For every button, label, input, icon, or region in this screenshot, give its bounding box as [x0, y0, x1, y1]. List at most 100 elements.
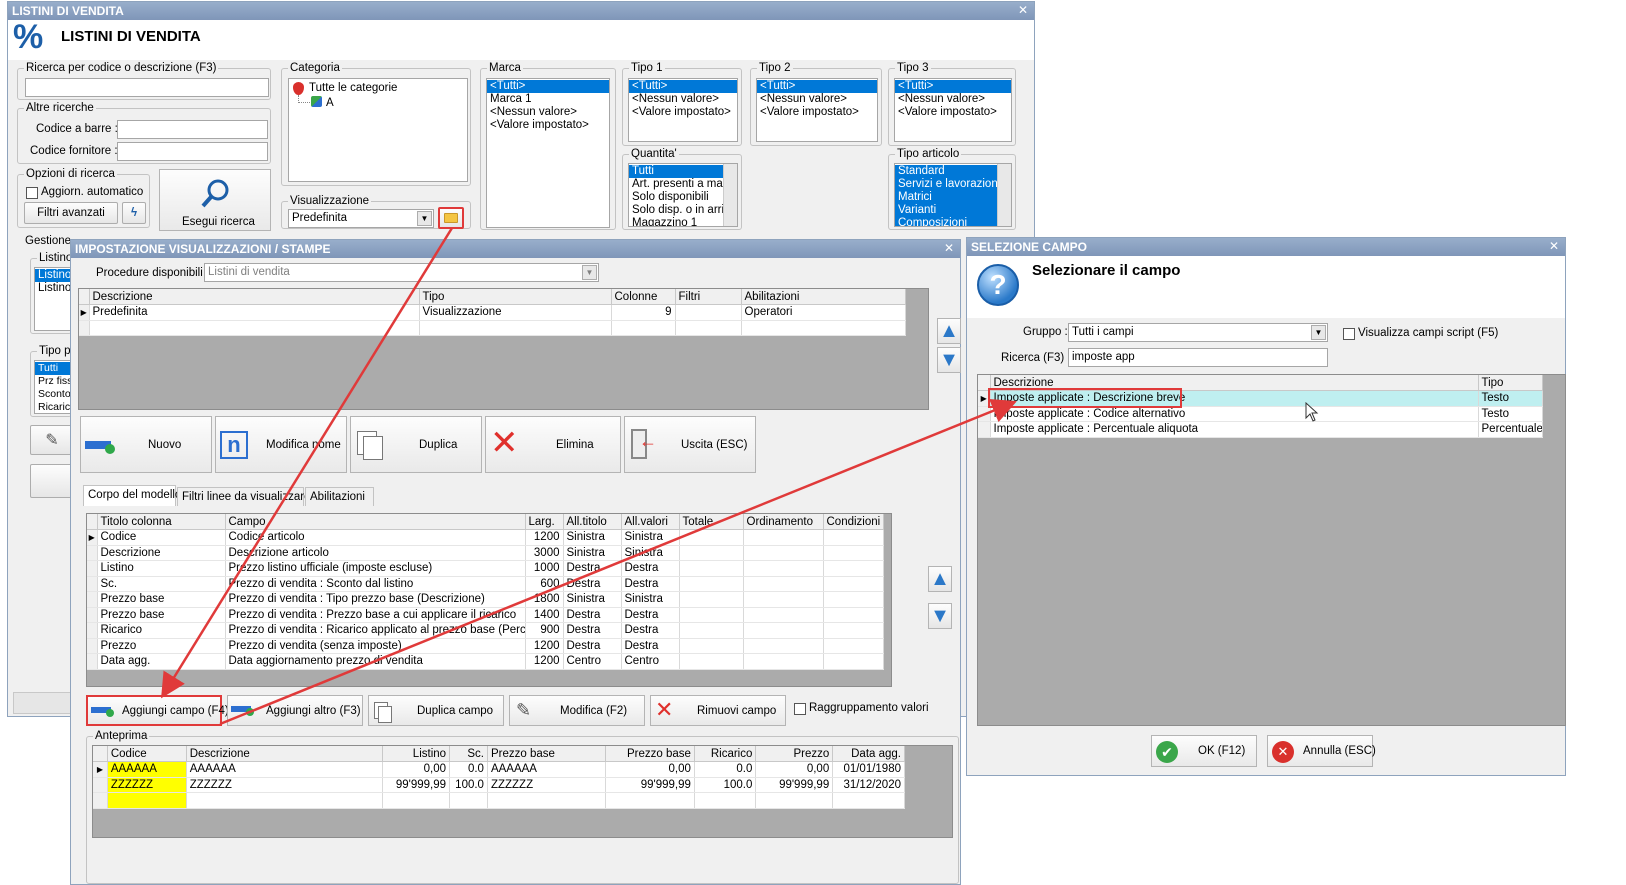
advanced-filters-button[interactable]: Filtri avanzati	[24, 202, 118, 224]
hidden-button[interactable]	[30, 464, 74, 498]
duplica-campo-button[interactable]: Duplica campo	[368, 695, 504, 726]
list-item[interactable]: Standard	[895, 165, 1011, 178]
scrollbar[interactable]	[997, 164, 1011, 226]
column-header[interactable]: Data agg.	[832, 746, 905, 762]
listino-listbox[interactable]: Listino Listino 2	[34, 267, 74, 331]
esegui-ricerca-button[interactable]: Esegui ricerca	[159, 169, 271, 231]
list-item[interactable]: Marca 1	[487, 93, 609, 106]
column-header[interactable]: Descrizione	[186, 746, 384, 762]
list-item[interactable]: Sconto	[35, 388, 73, 401]
lightning-button[interactable]: ϟ	[122, 202, 146, 224]
column-header[interactable]: Totale	[679, 514, 744, 530]
preview-grid[interactable]: Codice Descrizione Listino Sc. Prezzo ba…	[92, 745, 953, 838]
table-row[interactable]: Prezzo base Prezzo di vendita : Tipo prez…	[87, 591, 884, 608]
list-item[interactable]: Magazzino 1	[629, 217, 737, 226]
tab-corpo[interactable]: Corpo del modello	[83, 485, 181, 506]
column-header[interactable]: Tipo	[1478, 375, 1543, 391]
barcode-input[interactable]	[117, 120, 268, 139]
close-icon[interactable]: ✕	[1549, 239, 1559, 253]
field-up-button[interactable]: ▲	[928, 566, 952, 592]
tipo2-listbox[interactable]: <Tutti> <Nessun valore> <Valore impostat…	[756, 78, 878, 142]
move-up-button[interactable]: ▲	[937, 318, 961, 344]
table-row[interactable]: Ricarico Prezzo di vendita : Ricarico app…	[87, 622, 884, 639]
tab-filtri[interactable]: Filtri linee da visualizzare	[177, 487, 310, 506]
table-row[interactable]: Prezzo Prezzo di vendita (senza imposte) 1…	[87, 638, 884, 654]
list-item[interactable]: <Nessun valore>	[487, 106, 609, 119]
list-item[interactable]: Art. presenti a maga	[629, 178, 737, 191]
list-item[interactable]: <Nessun valore>	[895, 93, 1011, 106]
list-item[interactable]: <Valore impostato>	[895, 106, 1011, 119]
list-item[interactable]: Composizioni	[895, 217, 1011, 226]
list-item[interactable]: Tutti	[35, 362, 73, 375]
columns-grid[interactable]: Titolo colonna Campo Larg. All.titolo Al…	[86, 513, 892, 687]
procedure-select[interactable]: Listini di vendita ▼	[204, 263, 599, 282]
table-row[interactable]: Imposte applicate : Percentuale aliquota…	[978, 421, 1543, 438]
ricerca-input[interactable]: imposte app	[1068, 348, 1328, 367]
auto-update-checkbox[interactable]	[26, 187, 38, 199]
marca-listbox[interactable]: <Tutti> Marca 1 <Nessun valore> <Valore …	[486, 78, 610, 228]
close-icon[interactable]: ✕	[944, 241, 954, 255]
folder-open-button[interactable]	[438, 207, 464, 229]
field-down-button[interactable]: ▼	[928, 603, 952, 629]
modifica-button[interactable]: ✎ Modifica (F2)	[509, 695, 645, 726]
column-header[interactable]: Tipo	[419, 289, 612, 305]
list-item[interactable]: Varianti	[895, 204, 1011, 217]
table-row[interactable]: Listino Prezzo listino ufficiale (imposte…	[87, 560, 884, 577]
table-row[interactable]: ▶ Predefinita Visualizzazione 9 Operator…	[79, 304, 906, 321]
aggiungi-campo-button[interactable]: Aggiungi campo (F4)	[86, 695, 229, 726]
column-header[interactable]: Prezzo	[755, 746, 834, 762]
list-item[interactable]: Solo disp. o in arrivo	[629, 204, 737, 217]
tipo-pre-listbox[interactable]: Tutti Prz fiss Sconto Ricaric	[34, 360, 74, 414]
table-row[interactable]: ▶ Codice Codice articolo 1200 Sinistra Sinist…	[87, 529, 884, 546]
column-header[interactable]: Campo	[225, 514, 526, 530]
list-item[interactable]: Listino	[35, 269, 73, 282]
tipo1-listbox[interactable]: <Tutti> <Nessun valore> <Valore impostat…	[628, 78, 738, 142]
table-row[interactable]: Data agg. Data aggiornamento prezzo di ve…	[87, 653, 884, 670]
list-item[interactable]: <Valore impostato>	[757, 106, 877, 119]
fields-grid[interactable]: Descrizione Tipo ▶ Imposte applicate : D…	[977, 374, 1566, 726]
list-item[interactable]: <Tutti>	[895, 80, 1011, 93]
list-item[interactable]: <Tutti>	[487, 80, 609, 93]
column-header[interactable]: Titolo colonna	[97, 514, 226, 530]
tipo-articolo-listbox[interactable]: Standard Servizi e lavorazioni Matrici V…	[894, 163, 1012, 227]
category-tree[interactable]: Tutte le categorie A	[288, 78, 468, 182]
table-row[interactable]	[79, 320, 906, 336]
scrollbar[interactable]	[723, 164, 737, 226]
list-item[interactable]: <Tutti>	[757, 80, 877, 93]
chevron-down-icon[interactable]: ▼	[1311, 325, 1326, 340]
list-item[interactable]: Listino 2	[35, 282, 73, 295]
category-item[interactable]: Tutte le categorie	[309, 82, 397, 95]
list-item[interactable]: Prz fiss	[35, 375, 73, 388]
rimuovi-campo-button[interactable]: ✕ Rimuovi campo	[650, 695, 786, 726]
chevron-down-icon[interactable]: ▼	[582, 265, 597, 280]
table-row[interactable]: ▶ AAAAAA AAAAAA 0,00 0.0 AAAAAA 0,00 0.0…	[93, 761, 905, 778]
column-header[interactable]: Codice	[107, 746, 187, 762]
tipo3-listbox[interactable]: <Tutti> <Nessun valore> <Valore impostat…	[894, 78, 1012, 142]
list-item[interactable]: <Tutti>	[629, 80, 737, 93]
column-header[interactable]: Ricarico	[694, 746, 757, 762]
column-header[interactable]: Prezzo base	[605, 746, 695, 762]
duplica-button[interactable]: Duplica	[350, 416, 482, 473]
list-item[interactable]: Ricaric	[35, 401, 73, 413]
table-row[interactable]: Descrizione Descrizione articolo 3000 Sinis…	[87, 545, 884, 561]
gruppo-select[interactable]: Tutti i campi ▼	[1068, 323, 1328, 342]
quantita-listbox[interactable]: Tutti Art. presenti a maga Solo disponib…	[628, 163, 738, 227]
column-header[interactable]: Condizioni	[823, 514, 884, 530]
chevron-down-icon[interactable]: ▼	[417, 211, 432, 226]
table-row[interactable]: ZZZZZZ ZZZZZZ 99'999,99 100.0 ZZZZZZ 99'…	[93, 777, 905, 793]
elimina-button[interactable]: ✕ Elimina	[485, 416, 621, 473]
list-item[interactable]: <Valore impostato>	[629, 106, 737, 119]
list-item[interactable]: Tutti	[629, 165, 737, 178]
visualizzazione-select[interactable]: Predefinita ▼	[288, 209, 434, 228]
column-header[interactable]: Larg.	[525, 514, 564, 530]
script-fields-checkbox[interactable]	[1343, 328, 1355, 340]
table-row[interactable]: Sc. Prezzo di vendita : Sconto dal listin…	[87, 576, 884, 592]
supplier-code-input[interactable]	[117, 142, 268, 161]
raggruppamento-checkbox[interactable]	[794, 703, 806, 715]
aggiungi-altro-button[interactable]: Aggiungi altro (F3)	[227, 695, 363, 726]
uscita-button[interactable]: ← Uscita (ESC)	[624, 416, 756, 473]
list-item[interactable]: Solo disponibili	[629, 191, 737, 204]
column-header[interactable]: Sc.	[449, 746, 488, 762]
list-item[interactable]: <Valore impostato>	[487, 119, 609, 132]
column-header[interactable]: Filtri	[675, 289, 742, 305]
